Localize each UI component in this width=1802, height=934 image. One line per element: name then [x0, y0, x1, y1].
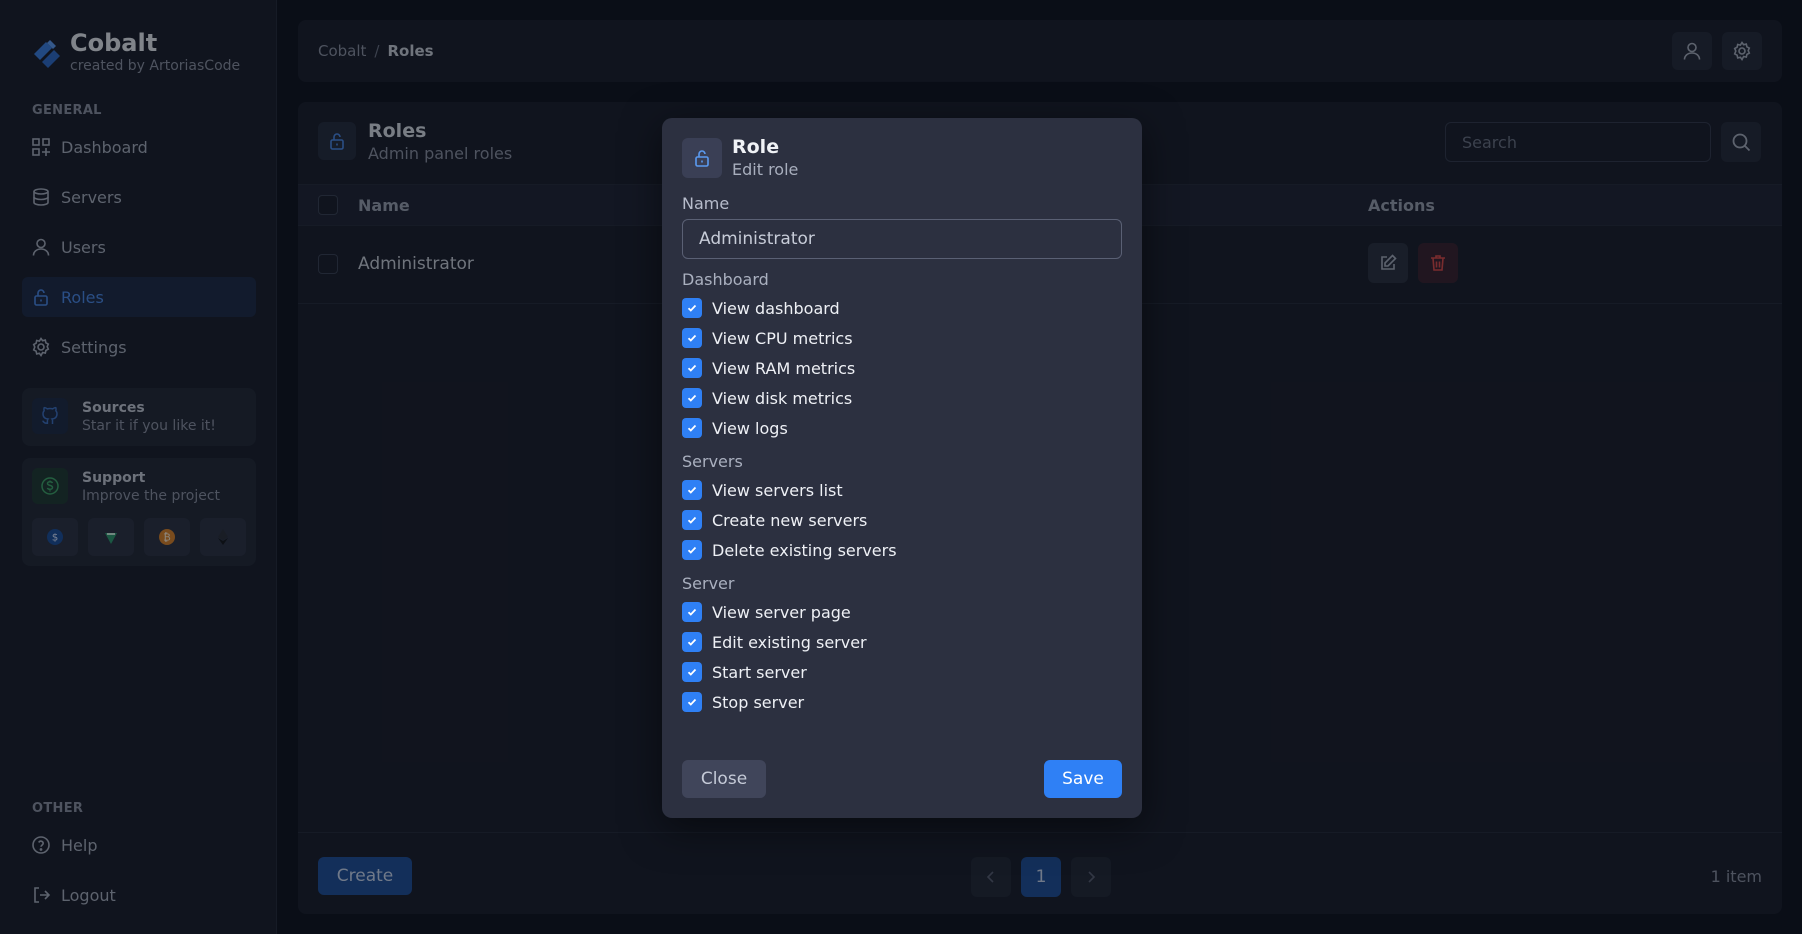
permission-row[interactable]: View logs [682, 413, 1122, 443]
permission-row[interactable]: View disk metrics [682, 383, 1122, 413]
check-icon [687, 638, 697, 646]
modal-subtitle: Edit role [732, 160, 799, 179]
check-icon [687, 516, 697, 524]
check-icon [687, 546, 697, 554]
check-icon [687, 486, 697, 494]
save-button[interactable]: Save [1044, 760, 1122, 798]
permission-label: Delete existing servers [712, 540, 897, 560]
check-icon [687, 698, 697, 706]
permission-checkbox[interactable] [682, 388, 702, 408]
permission-row[interactable]: View server page [682, 597, 1122, 627]
permission-row[interactable]: Edit existing server [682, 627, 1122, 657]
permissions-list[interactable]: Dashboard View dashboard View CPU metrics V… [682, 270, 1122, 736]
permission-label: View RAM metrics [712, 358, 856, 378]
permission-group-label: Servers [682, 452, 743, 471]
permission-label: View disk metrics [712, 388, 853, 408]
edit-role-modal: Role Edit role Name Dashboard View dashbo… [662, 118, 1142, 818]
permission-row[interactable]: Start server [682, 657, 1122, 687]
lock-icon [682, 138, 722, 178]
permission-row[interactable]: View servers list [682, 475, 1122, 505]
permission-label: View server page [712, 602, 851, 622]
permission-checkbox[interactable] [682, 328, 702, 348]
permission-group-label: Dashboard [682, 270, 769, 289]
permission-row[interactable]: View RAM metrics [682, 353, 1122, 383]
permission-group-label: Server [682, 574, 735, 593]
permission-checkbox[interactable] [682, 662, 702, 682]
permission-checkbox[interactable] [682, 418, 702, 438]
permission-checkbox[interactable] [682, 692, 702, 712]
check-icon [687, 304, 697, 312]
check-icon [687, 424, 697, 432]
role-name-input[interactable] [682, 219, 1122, 259]
check-icon [687, 334, 697, 342]
permission-row[interactable]: Stop server [682, 687, 1122, 717]
name-field-label: Name [682, 194, 730, 213]
permission-checkbox[interactable] [682, 632, 702, 652]
check-icon [687, 668, 697, 676]
permission-checkbox[interactable] [682, 510, 702, 530]
close-button[interactable]: Close [682, 760, 766, 798]
permission-checkbox[interactable] [682, 540, 702, 560]
permission-label: Create new servers [712, 510, 868, 530]
modal-title: Role [732, 136, 780, 158]
check-icon [687, 364, 697, 372]
permission-label: Stop server [712, 692, 805, 712]
permission-label: Edit existing server [712, 632, 867, 652]
permission-label: View servers list [712, 480, 843, 500]
check-icon [687, 394, 697, 402]
permission-row[interactable]: Create new servers [682, 505, 1122, 535]
permission-label: View CPU metrics [712, 328, 853, 348]
permission-checkbox[interactable] [682, 358, 702, 378]
permission-label: View logs [712, 418, 788, 438]
permission-label: View dashboard [712, 298, 840, 318]
permission-checkbox[interactable] [682, 480, 702, 500]
permission-row[interactable]: View dashboard [682, 293, 1122, 323]
check-icon [687, 608, 697, 616]
permission-label: Start server [712, 662, 807, 682]
permission-row[interactable]: Delete existing servers [682, 535, 1122, 565]
permission-checkbox[interactable] [682, 602, 702, 622]
permission-row[interactable]: View CPU metrics [682, 323, 1122, 353]
permission-checkbox[interactable] [682, 298, 702, 318]
